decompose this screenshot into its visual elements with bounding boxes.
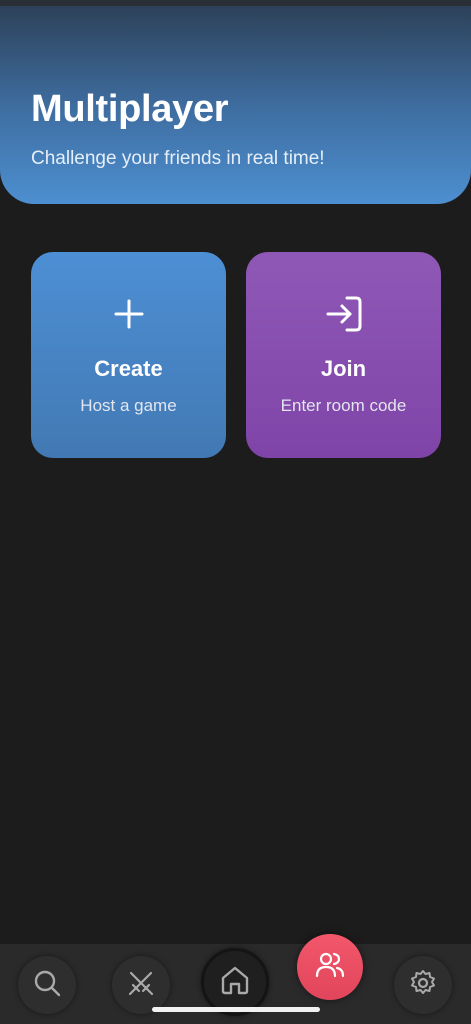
nav-search-button[interactable] (18, 956, 76, 1014)
multiplayer-screen: Multiplayer Challenge your friends in re… (0, 0, 471, 1024)
bottom-navigation (0, 934, 471, 1024)
search-icon (33, 969, 61, 1002)
nav-battle-button[interactable] (112, 956, 170, 1014)
home-indicator[interactable] (152, 1007, 320, 1012)
login-arrow-icon (246, 296, 441, 332)
page-subtitle: Challenge your friends in real time! (31, 148, 325, 169)
gear-icon (409, 969, 437, 1002)
nav-multiplayer-button[interactable] (297, 934, 363, 1000)
users-icon (314, 949, 346, 986)
page-title: Multiplayer (31, 88, 229, 130)
join-card-subtitle: Enter room code (280, 396, 407, 415)
join-card-title: Join (320, 356, 367, 381)
crossed-swords-icon (127, 969, 155, 1002)
status-bar (0, 0, 471, 6)
join-game-card[interactable]: Join Enter room code (246, 252, 441, 458)
nav-settings-button[interactable] (394, 956, 452, 1014)
create-card-title: Create (94, 356, 163, 381)
create-game-card[interactable]: Create Host a game (31, 252, 226, 458)
create-card-subtitle: Host a game (80, 396, 177, 415)
nav-home-button[interactable] (201, 948, 269, 1016)
header-banner: Multiplayer Challenge your friends in re… (0, 0, 471, 204)
plus-icon (31, 296, 226, 332)
home-icon (219, 964, 251, 1001)
